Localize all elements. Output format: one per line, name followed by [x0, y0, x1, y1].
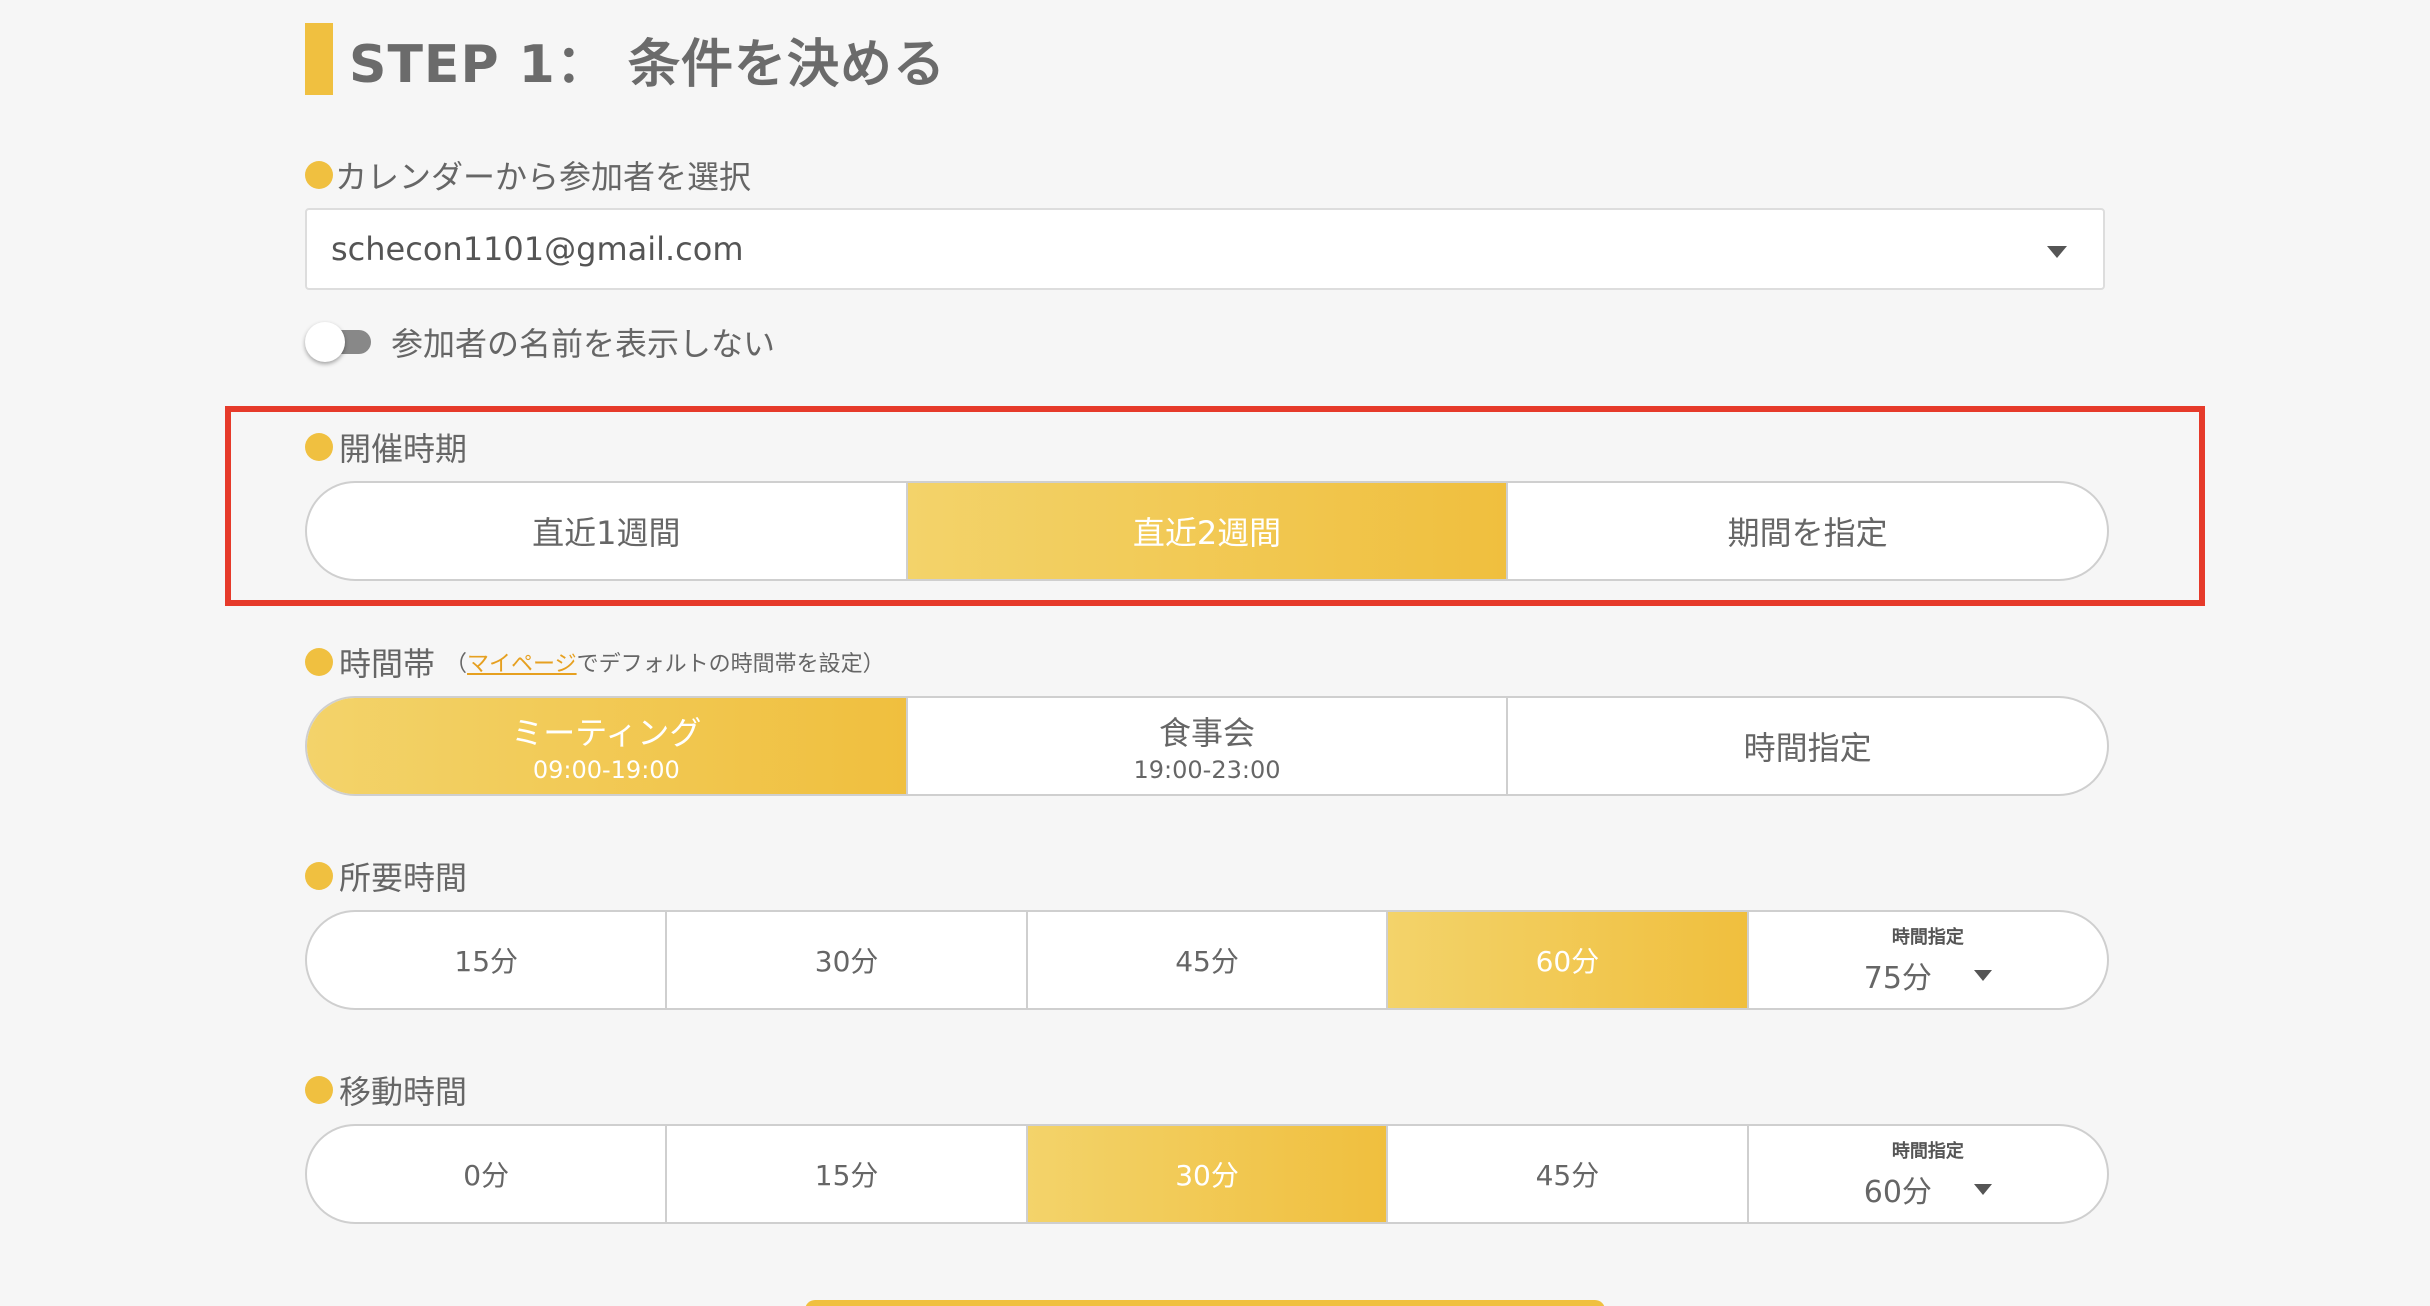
bullet-dot-icon: [305, 433, 333, 461]
travel-option-30[interactable]: 30分: [1025, 1126, 1387, 1222]
duration-option-30[interactable]: 30分: [665, 912, 1025, 1008]
timeslot-option-title: 時間指定: [1743, 729, 1872, 767]
timeslot-option-range: 09:00-19:00: [532, 756, 680, 784]
travel-option-15[interactable]: 15分: [665, 1126, 1025, 1222]
travel-custom-value: 60分: [1863, 1175, 1932, 1210]
duration-option-45[interactable]: 45分: [1025, 912, 1386, 1008]
timeslot-option-range: 19:00-23:00: [1133, 756, 1281, 784]
duration-segmented-control: 15分 30分 45分 60分 時間指定 75分: [305, 910, 2109, 1010]
timeslot-label: 時間帯 （マイページでデフォルトの時間帯を設定）: [305, 642, 885, 683]
period-segmented-control: 直近1週間 直近2週間 期間を指定: [305, 481, 2109, 581]
timeslot-option-dinner[interactable]: 食事会 19:00-23:00: [905, 698, 1507, 794]
next-button[interactable]: [805, 1300, 1605, 1306]
participant-select[interactable]: schecon1101@gmail.com: [305, 208, 2105, 290]
bullet-dot-icon: [305, 862, 333, 890]
timeslot-option-custom[interactable]: 時間指定: [1506, 698, 2107, 794]
timeslot-segmented-control: ミーティング 09:00-19:00 食事会 19:00-23:00 時間指定: [305, 696, 2109, 796]
timeslot-note-rest: でデフォルトの時間帯を設定）: [576, 652, 885, 677]
duration-custom-label: 時間指定: [1891, 927, 1964, 948]
duration-label: 所要時間: [305, 856, 468, 897]
timeslot-option-title: 食事会: [1159, 714, 1256, 752]
timeslot-option-title: ミーティング: [511, 714, 702, 752]
travel-label-text: 移動時間: [339, 1073, 468, 1111]
timeslot-option-meeting[interactable]: ミーティング 09:00-19:00: [307, 698, 906, 794]
duration-custom-select[interactable]: 時間指定 75分: [1746, 912, 2107, 1008]
hide-names-toggle[interactable]: [305, 322, 377, 362]
step-title: STEP 1： 条件を決める: [305, 23, 946, 95]
period-label: 開催時期: [305, 427, 468, 468]
period-option-2weeks[interactable]: 直近2週間: [905, 483, 1507, 579]
travel-option-45[interactable]: 45分: [1386, 1126, 1746, 1222]
chevron-down-icon: [1973, 1183, 1992, 1195]
travel-custom-dropdown: 60分: [1864, 1167, 1992, 1211]
period-label-text: 開催時期: [339, 430, 468, 468]
period-option-1week[interactable]: 直近1週間: [307, 483, 906, 579]
travel-label: 移動時間: [305, 1070, 468, 1111]
travel-segmented-control: 0分 15分 30分 45分 時間指定 60分: [305, 1124, 2109, 1224]
mypage-link[interactable]: マイページ: [467, 652, 577, 677]
participants-label: カレンダーから参加者を選択: [305, 155, 752, 196]
period-option-custom[interactable]: 期間を指定: [1506, 483, 2107, 579]
bullet-dot-icon: [305, 161, 333, 189]
duration-option-60[interactable]: 60分: [1386, 912, 1747, 1008]
travel-option-0[interactable]: 0分: [307, 1126, 665, 1222]
bullet-dot-icon: [305, 1076, 333, 1104]
travel-custom-label: 時間指定: [1891, 1141, 1964, 1162]
hide-names-toggle-row: 参加者の名前を表示しない: [305, 322, 776, 363]
hide-names-toggle-label: 参加者の名前を表示しない: [391, 325, 776, 363]
timeslot-note: （マイページでデフォルトの時間帯を設定）: [445, 646, 885, 678]
step-title-text: STEP 1： 条件を決める: [349, 34, 946, 95]
duration-custom-value: 75分: [1863, 961, 1932, 996]
bullet-dot-icon: [305, 648, 333, 676]
page: STEP 1： 条件を決める カレンダーから参加者を選択 schecon1101…: [0, 0, 2430, 1306]
participant-select-value: schecon1101@gmail.com: [331, 230, 744, 268]
step-accent-bar: [305, 23, 333, 95]
timeslot-note-open: （: [445, 652, 468, 677]
travel-custom-select[interactable]: 時間指定 60分: [1746, 1126, 2107, 1222]
duration-custom-dropdown: 75分: [1864, 953, 1992, 997]
duration-label-text: 所要時間: [339, 859, 468, 897]
chevron-down-icon: [2047, 246, 2067, 258]
duration-option-15[interactable]: 15分: [307, 912, 665, 1008]
toggle-knob: [305, 322, 345, 362]
timeslot-label-text: 時間帯: [339, 645, 436, 683]
participants-label-text: カレンダーから参加者を選択: [335, 158, 752, 196]
chevron-down-icon: [1973, 969, 1992, 981]
